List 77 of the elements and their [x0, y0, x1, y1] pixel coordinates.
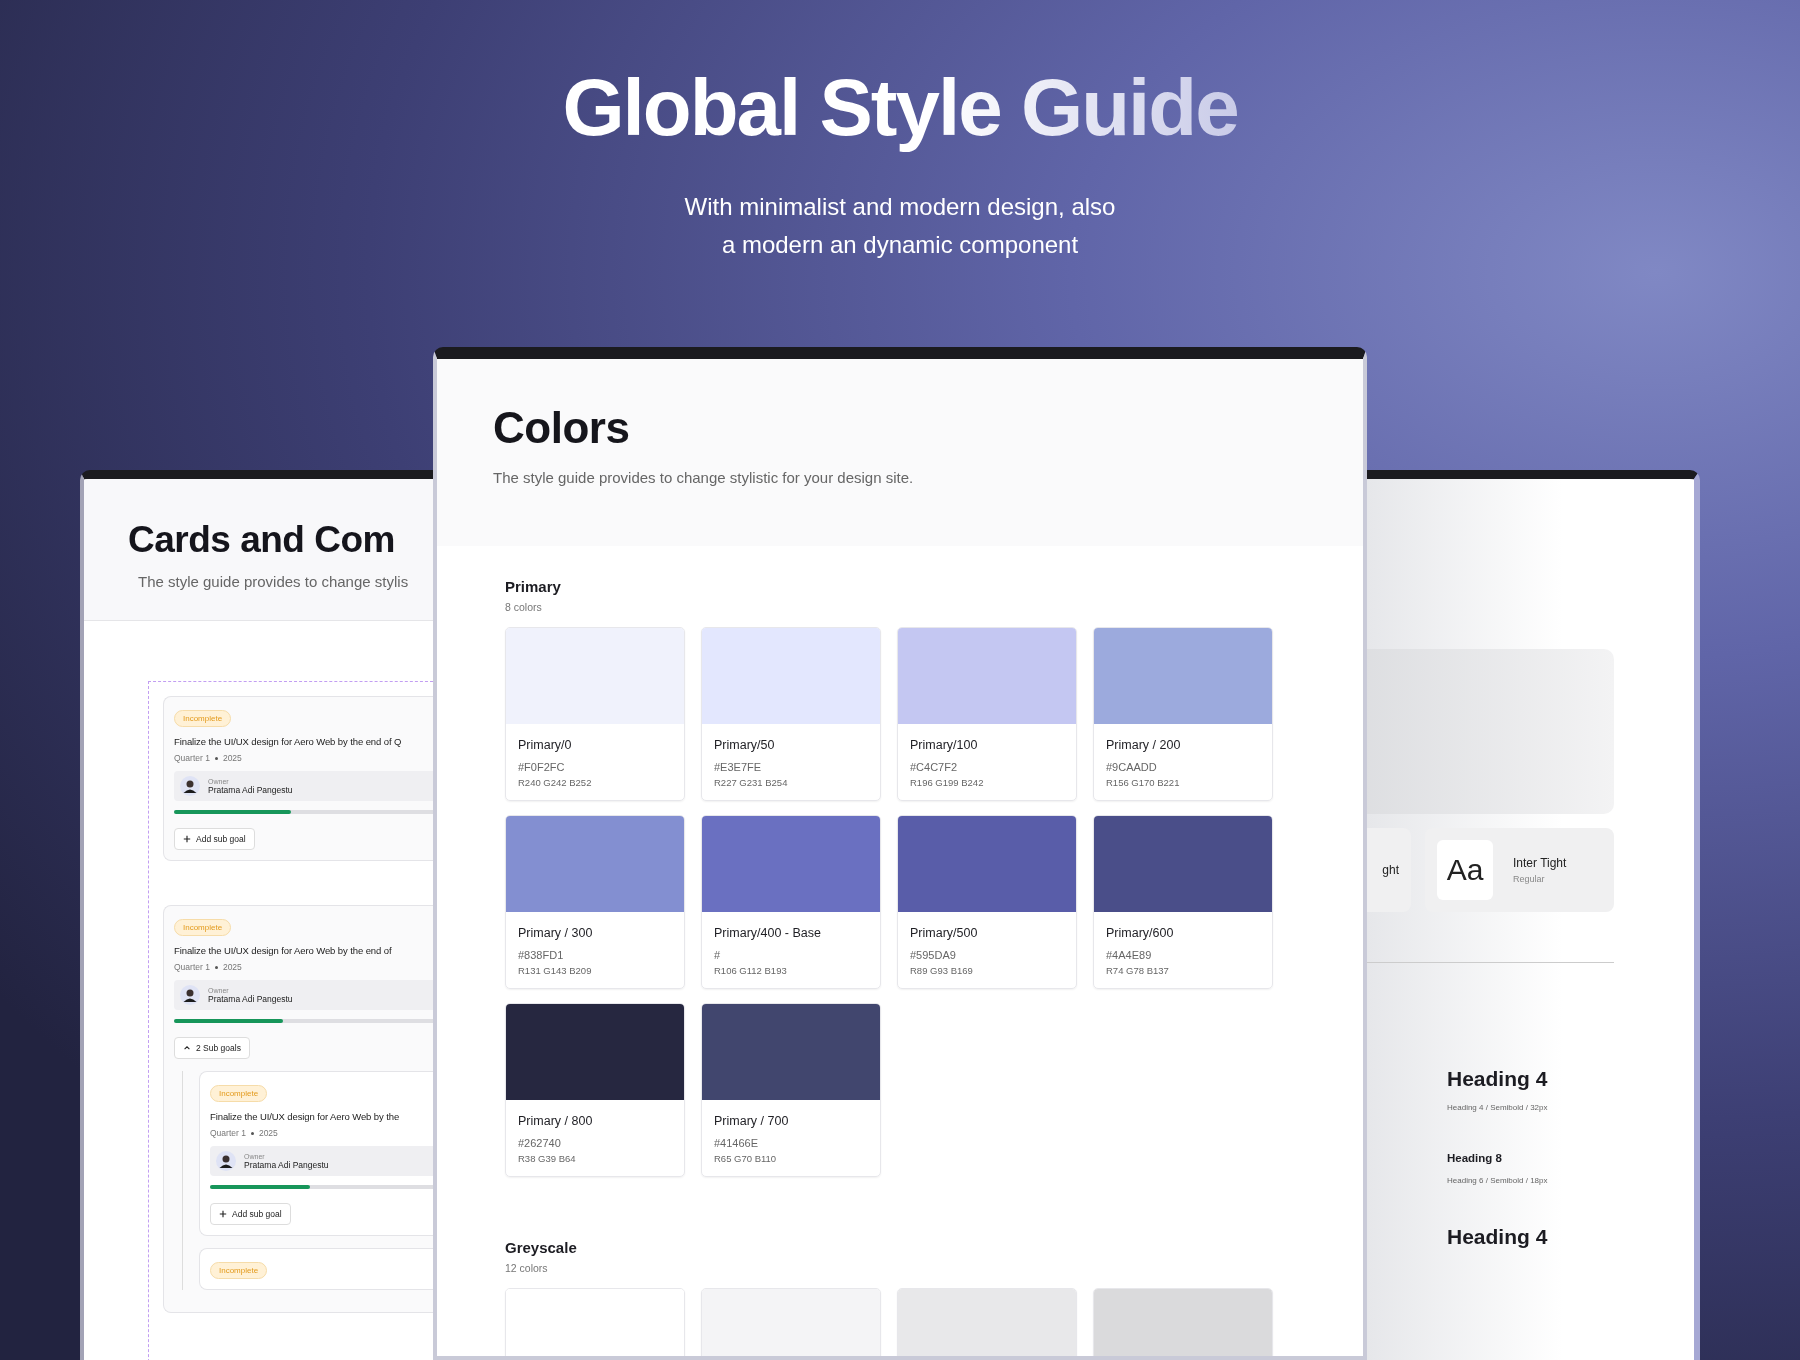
subtitle-line: a modern an dynamic component [721, 230, 1079, 260]
heading-spec: Heading 6 / Semibold / 18px [1447, 1176, 1549, 1185]
goal-title: Finalize the UI/UX design for Aero Web by the [210, 1111, 401, 1122]
color-name: Primary / 300 [518, 926, 594, 940]
color-count: 12 colors [505, 1262, 549, 1274]
goal-title: Finalize the UI/UX design for Aero Web by the end of [174, 945, 393, 956]
quarter-label: Quarter 1 [174, 753, 210, 763]
avatar-icon [180, 985, 200, 1005]
group-title: Primary [505, 578, 562, 595]
color-name: Primary / 200 [1106, 738, 1182, 752]
status-badge: Incomplete [174, 710, 232, 727]
section-description: The style guide provides to change stylis [138, 573, 410, 590]
year-label: 2025 [222, 962, 242, 972]
status-badge: Incomplete [174, 919, 232, 936]
hex-value: #595DA9 [910, 949, 957, 961]
hex-value: #262740 [518, 1137, 562, 1149]
separator-dot-icon [214, 965, 218, 969]
goal-title: Finalize the UI/UX design for Aero Web by the end of Q [174, 736, 403, 747]
color-name: Primary/50 [714, 738, 776, 752]
rgb-value: R106 G112 B193 [714, 965, 788, 976]
separator-dot-icon [214, 756, 218, 760]
hex-value: #F0F2FC [518, 761, 566, 773]
rgb-value: R74 G78 B137 [1106, 965, 1170, 976]
heading-sample: Heading 4 [1447, 1225, 1549, 1249]
rgb-value: R89 G93 B169 [910, 965, 974, 976]
rgb-value: R240 G242 B252 [518, 777, 593, 788]
avatar-icon [180, 776, 200, 796]
avatar-icon [216, 1151, 236, 1171]
group-title: Greyscale [505, 1239, 578, 1256]
hex-value: #41466E [714, 1137, 760, 1149]
color-name: Primary/100 [910, 738, 979, 752]
color-name: Primary / 700 [714, 1114, 790, 1128]
sub-goals-toggle[interactable]: 2 Sub goals [174, 1037, 250, 1059]
heading-spec: Heading 4 / Semibold / 32px [1447, 1103, 1549, 1112]
hex-value: #E3E7FE [714, 761, 763, 773]
section-title: Cards and Com [128, 519, 396, 561]
owner-name: Pratama Adi Pangestu [208, 993, 293, 1004]
year-label: 2025 [258, 1128, 278, 1138]
font-weight: Regular [1513, 874, 1546, 884]
color-name: Primary / 800 [518, 1114, 594, 1128]
caret-up-icon [183, 1044, 191, 1052]
heading-sample: Heading 8 [1447, 1152, 1503, 1164]
rgb-value: R156 G170 B221 [1106, 777, 1181, 788]
hex-value: #838FD1 [518, 949, 565, 961]
color-count: 8 colors [505, 601, 543, 613]
hex-value: #9CAADD [1106, 761, 1158, 773]
hex-value: #4A4E89 [1106, 949, 1153, 961]
plus-icon [219, 1210, 227, 1218]
status-badge: Incomplete [210, 1085, 268, 1102]
section-title: Colors [493, 403, 631, 453]
hex-value: # [714, 949, 722, 961]
rgb-value: R196 G199 B242 [910, 777, 985, 788]
color-name: Primary/500 [910, 926, 979, 940]
status-badge: Incomplete [210, 1262, 268, 1279]
separator-dot-icon [250, 1131, 254, 1135]
heading-sample: Heading 4 [1447, 1067, 1549, 1091]
subtitle-line: With minimalist and modern design, also [684, 192, 1116, 222]
quarter-label: Quarter 1 [174, 962, 210, 972]
font-name: Inter Tight [1513, 856, 1567, 870]
add-sub-goal-button[interactable]: Add sub goal [174, 828, 255, 850]
owner-name: Pratama Adi Pangestu [244, 1159, 329, 1170]
color-name: Primary/400 - Base [714, 926, 822, 940]
rgb-value: R227 G231 B254 [714, 777, 789, 788]
year-label: 2025 [222, 753, 242, 763]
font-name: ght [1382, 863, 1399, 877]
rgb-value: R65 G70 B110 [714, 1153, 778, 1164]
rgb-value: R38 G39 B64 [518, 1153, 577, 1164]
hex-value: #C4C7F2 [910, 761, 959, 773]
add-sub-goal-button[interactable]: Add sub goal [210, 1203, 291, 1225]
color-name: Primary/600 [1106, 926, 1175, 940]
font-sample: Aa [1437, 840, 1493, 900]
quarter-label: Quarter 1 [210, 1128, 246, 1138]
color-name: Primary/0 [518, 738, 573, 752]
section-description: The style guide provides to change stylistic for your design site. [493, 469, 915, 486]
plus-icon [183, 835, 191, 843]
rgb-value: R131 G143 B209 [518, 965, 593, 976]
owner-name: Pratama Adi Pangestu [208, 784, 293, 795]
